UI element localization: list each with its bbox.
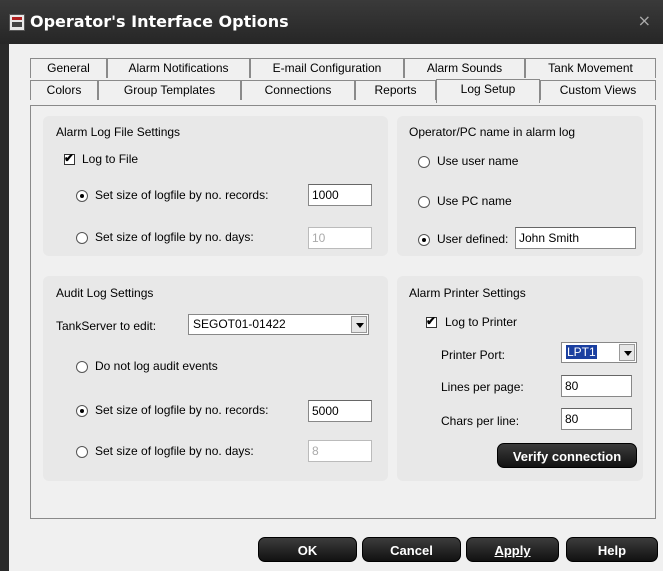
alarm-by-days-radio[interactable] <box>76 232 88 244</box>
lines-per-page-label: Lines per page: <box>441 380 524 394</box>
log-to-printer-label: Log to Printer <box>445 315 518 329</box>
tankserver-label: TankServer to edit: <box>56 319 157 333</box>
log-setup-panel: Alarm Log File Settings ✔ Log to File Se… <box>30 105 656 519</box>
alarm-days-input[interactable]: 10 <box>308 227 372 249</box>
printer-port-select[interactable]: LPT1 <box>561 342 637 363</box>
alarm-records-input[interactable]: 1000 <box>308 184 372 206</box>
window-title: Operator's Interface Options <box>30 12 289 31</box>
use-pc-name-label: Use PC name <box>437 194 512 208</box>
check-icon: ✔ <box>64 151 75 165</box>
tab-email-configuration[interactable]: E-mail Configuration <box>250 58 404 78</box>
check-icon: ✔ <box>426 314 437 328</box>
printer-port-label: Printer Port: <box>441 348 506 362</box>
tab-reports[interactable]: Reports <box>355 80 436 100</box>
close-icon[interactable]: × <box>638 11 651 30</box>
no-audit-log-label: Do not log audit events <box>95 359 218 373</box>
audit-by-days-radio[interactable] <box>76 446 88 458</box>
ok-button[interactable]: OK <box>258 537 357 562</box>
audit-by-days-label: Set size of logfile by no. days: <box>95 444 254 458</box>
tab-colors[interactable]: Colors <box>30 80 98 100</box>
log-to-printer-checkbox[interactable]: ✔ <box>426 314 437 328</box>
lines-per-page-input[interactable]: 80 <box>561 375 632 397</box>
user-defined-input[interactable]: John Smith <box>515 227 636 249</box>
chars-per-line-input[interactable]: 80 <box>561 408 632 430</box>
operator-name-heading: Operator/PC name in alarm log <box>409 125 576 139</box>
audit-days-input[interactable]: 8 <box>308 440 372 462</box>
use-user-name-label: Use user name <box>437 154 519 168</box>
audit-by-records-label: Set size of logfile by no. records: <box>95 403 269 417</box>
alarm-by-records-radio[interactable] <box>76 190 88 202</box>
log-to-file-checkbox[interactable]: ✔ <box>64 151 75 165</box>
tankserver-value: SEGOT01-01422 <box>193 317 286 331</box>
verify-connection-button[interactable]: Verify connection <box>497 443 637 468</box>
alarm-log-heading: Alarm Log File Settings <box>56 125 181 139</box>
printer-port-value: LPT1 <box>566 345 597 359</box>
alarm-by-days-label: Set size of logfile by no. days: <box>95 230 254 244</box>
log-to-file-label: Log to File <box>82 152 139 166</box>
audit-records-input[interactable]: 5000 <box>308 400 372 422</box>
user-defined-radio[interactable] <box>418 234 430 246</box>
chevron-down-icon[interactable] <box>619 344 635 361</box>
chars-per-line-label: Chars per line: <box>441 414 520 428</box>
dialog-window: Operator's Interface Options × General A… <box>0 0 663 571</box>
audit-by-records-radio[interactable] <box>76 405 88 417</box>
use-user-name-radio[interactable] <box>418 156 430 168</box>
title-bar[interactable]: Operator's Interface Options × <box>0 0 663 44</box>
tab-general[interactable]: General <box>30 58 107 78</box>
alarm-by-records-label: Set size of logfile by no. records: <box>95 188 269 202</box>
printer-heading: Alarm Printer Settings <box>409 286 526 300</box>
apply-button[interactable]: Apply <box>466 537 559 562</box>
help-button[interactable]: Help <box>566 537 658 562</box>
use-pc-name-radio[interactable] <box>418 196 430 208</box>
tab-alarm-notifications[interactable]: Alarm Notifications <box>107 58 250 78</box>
tab-log-setup[interactable]: Log Setup <box>436 79 540 103</box>
tab-tank-movement[interactable]: Tank Movement <box>525 58 656 78</box>
cancel-button[interactable]: Cancel <box>362 537 461 562</box>
app-icon <box>9 14 25 31</box>
tab-custom-views[interactable]: Custom Views <box>540 80 656 100</box>
audit-log-heading: Audit Log Settings <box>56 286 154 300</box>
chevron-down-icon[interactable] <box>351 316 367 333</box>
user-defined-label: User defined: <box>437 232 509 246</box>
tab-alarm-sounds[interactable]: Alarm Sounds <box>404 58 525 78</box>
no-audit-log-radio[interactable] <box>76 361 88 373</box>
tab-group-templates[interactable]: Group Templates <box>98 80 241 100</box>
tab-connections[interactable]: Connections <box>241 80 355 100</box>
tankserver-select[interactable]: SEGOT01-01422 <box>188 314 369 335</box>
